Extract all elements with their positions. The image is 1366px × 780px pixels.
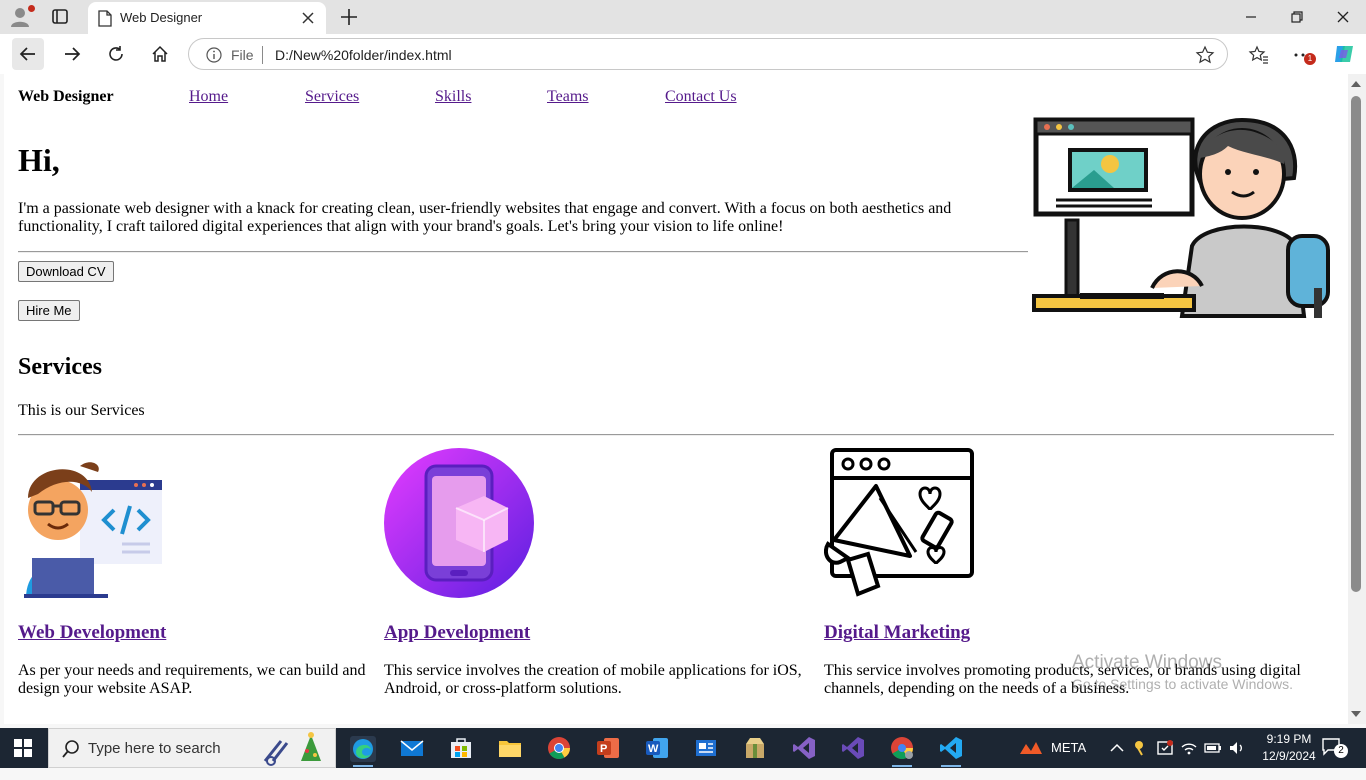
nav-link-contact-us[interactable]: Contact Us (665, 88, 737, 106)
nav-link-services[interactable]: Services (305, 88, 359, 106)
svg-text:P: P (600, 743, 607, 755)
digital-marketing-illustration (823, 448, 974, 598)
url-text[interactable]: D:/New%20folder/index.html (275, 47, 452, 63)
taskbar-powerpoint-icon[interactable]: P (596, 736, 620, 760)
service-title-digital-marketing[interactable]: Digital Marketing (824, 622, 970, 644)
services-heading: Services (18, 354, 102, 380)
taskbar-word-icon[interactable]: W (645, 736, 669, 760)
scroll-down-arrow-icon[interactable] (1351, 710, 1361, 718)
tray-security-icon[interactable] (1156, 739, 1174, 757)
taskbar-visual-studio-2-icon[interactable] (841, 736, 865, 760)
close-window-button[interactable] (1332, 6, 1354, 28)
service-title-app-development[interactable]: App Development (384, 622, 530, 644)
notification-count-badge: 2 (1334, 744, 1348, 758)
service-card-app-development: App Development This service involves th… (384, 448, 814, 697)
app-development-illustration (384, 448, 534, 598)
hero-greeting: Hi, (18, 142, 60, 178)
profile-alert-dot (28, 5, 35, 12)
home-button[interactable] (144, 38, 176, 70)
nav-link-teams[interactable]: Teams (547, 88, 589, 106)
services-subheading: This is our Services (18, 402, 145, 419)
wifi-icon[interactable] (1180, 739, 1198, 757)
taskbar-search-box[interactable]: Type here to search (48, 728, 336, 768)
scroll-up-arrow-icon[interactable] (1351, 80, 1361, 88)
services-divider (18, 434, 1334, 436)
taskbar-file-explorer-icon[interactable] (498, 736, 522, 760)
tab-close-icon[interactable] (298, 8, 318, 28)
back-button[interactable] (12, 38, 44, 70)
minimize-button[interactable] (1240, 6, 1262, 28)
nav-link-skills[interactable]: Skills (435, 88, 471, 106)
page-scrollbar[interactable] (1348, 74, 1366, 724)
extensions-badge: 1 (1304, 53, 1316, 65)
taskbar-store-icon[interactable] (449, 736, 473, 760)
volume-icon[interactable] (1228, 739, 1246, 757)
clock-time: 9:19 PM (1266, 732, 1312, 746)
favorite-star-icon[interactable] (1195, 45, 1215, 65)
taskbar-chrome-profile-icon[interactable] (890, 736, 914, 760)
download-cv-button[interactable]: Download CV (18, 261, 114, 282)
page-icon (98, 10, 112, 27)
taskbar-archive-icon[interactable] (743, 736, 767, 760)
taskbar-chrome-icon[interactable] (547, 736, 571, 760)
notification-center-icon[interactable]: 2 (1322, 738, 1348, 758)
windows-taskbar: Type here to search P W META 9:19 PM 12/… (0, 728, 1366, 768)
svg-text:W: W (648, 743, 659, 755)
restore-button[interactable] (1286, 6, 1308, 28)
hero-intro: I'm a passionate web designer with a kna… (18, 200, 952, 235)
windows-start-icon[interactable] (14, 739, 32, 757)
url-divider (262, 46, 263, 64)
service-card-digital-marketing: Digital Marketing This service involves … (823, 448, 1314, 697)
copilot-icon[interactable] (1332, 42, 1354, 64)
url-scheme-label: File (231, 47, 254, 63)
browser-tab-active[interactable]: Web Designer (88, 2, 326, 34)
hire-me-button[interactable]: Hire Me (18, 300, 80, 321)
profile-icon[interactable] (9, 5, 35, 29)
service-card-web-development: Web Development As per your needs and re… (18, 448, 370, 697)
taskbar-news-icon[interactable] (694, 736, 718, 760)
meta-weather-icon[interactable] (1018, 738, 1042, 762)
taskbar-mail-icon[interactable] (400, 736, 424, 760)
browser-tab-bar: Web Designer (0, 0, 1366, 34)
edge-active-indicator (353, 765, 373, 767)
tray-meta-label[interactable]: META (1051, 740, 1086, 780)
taskbar-edge-icon[interactable] (350, 736, 376, 762)
hero-divider (18, 251, 1028, 253)
clock-date: 12/9/2024 (1262, 749, 1316, 763)
new-tab-button[interactable] (338, 6, 360, 28)
forward-button[interactable] (56, 38, 88, 70)
nav-link-home[interactable]: Home (189, 88, 228, 106)
web-development-illustration (18, 448, 168, 598)
chrome-active-indicator (892, 765, 912, 767)
show-hidden-icons-chevron-icon[interactable] (1110, 742, 1124, 754)
vscode-active-indicator (941, 765, 961, 767)
page-viewport: Web Designer Home Services Skills Teams … (4, 74, 1348, 724)
search-highlight-icon (263, 732, 321, 766)
taskbar-vscode-icon[interactable] (939, 736, 963, 760)
info-icon[interactable] (206, 47, 222, 63)
battery-icon[interactable] (1204, 740, 1222, 756)
address-bar[interactable]: File D:/New%20folder/index.html (188, 38, 1228, 70)
site-brand: Web Designer (18, 88, 114, 105)
favorites-icon[interactable] (1248, 44, 1270, 66)
browser-toolbar: File D:/New%20folder/index.html (0, 34, 1366, 74)
service-title-web-development[interactable]: Web Development (18, 622, 166, 644)
search-placeholder: Type here to search (88, 740, 221, 757)
taskbar-clock[interactable]: 9:19 PM 12/9/2024 (1258, 731, 1320, 765)
watermark-title: Activate Windows (1072, 652, 1222, 673)
tray-app-icon[interactable] (1132, 739, 1150, 757)
activate-windows-watermark: Activate Windows Go to Settings to activ… (1072, 652, 1293, 692)
hero-designer-illustration (1032, 116, 1334, 320)
watermark-subtitle: Go to Settings to activate Windows. (1072, 676, 1293, 692)
scrollbar-thumb[interactable] (1351, 96, 1361, 592)
taskbar-visual-studio-icon[interactable] (792, 736, 816, 760)
service-desc-app-development: This service involves the creation of mo… (384, 662, 802, 697)
service-desc-web-development: As per your needs and requirements, we c… (18, 662, 366, 697)
refresh-button[interactable] (100, 38, 132, 70)
tab-title: Web Designer (120, 10, 203, 25)
search-icon (62, 740, 79, 758)
tab-actions-icon[interactable] (50, 8, 70, 26)
